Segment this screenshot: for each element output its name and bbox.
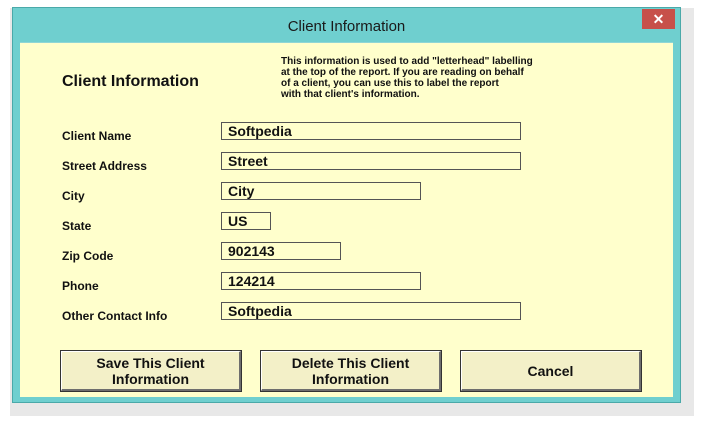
phone-input[interactable] xyxy=(221,272,421,290)
city-label: City xyxy=(62,189,85,203)
close-icon: ✕ xyxy=(652,11,665,27)
street-address-input[interactable] xyxy=(221,152,521,170)
cancel-button[interactable]: Cancel xyxy=(460,350,642,392)
close-button[interactable]: ✕ xyxy=(642,9,675,29)
phone-label: Phone xyxy=(62,279,99,293)
other-contact-info-label: Other Contact Info xyxy=(62,309,168,323)
form-panel: Client Information This information is u… xyxy=(20,42,673,397)
save-client-button[interactable]: Save This Client Information xyxy=(60,350,242,392)
title-bar[interactable]: Client Information ✕ xyxy=(13,8,680,42)
zip-code-input[interactable] xyxy=(221,242,341,260)
zip-code-label: Zip Code xyxy=(62,249,114,263)
window-title: Client Information xyxy=(287,18,406,35)
info-note: This information is used to add "letterh… xyxy=(281,56,533,100)
form-heading: Client Information xyxy=(62,73,199,90)
state-label: State xyxy=(62,219,92,233)
client-name-input[interactable] xyxy=(221,122,521,140)
other-contact-info-input[interactable] xyxy=(221,302,521,320)
city-input[interactable] xyxy=(221,182,421,200)
state-input[interactable] xyxy=(221,212,271,230)
client-information-window: Client Information ✕ Client Information … xyxy=(12,7,681,403)
delete-client-button[interactable]: Delete This Client Information xyxy=(260,350,442,392)
street-address-label: Street Address xyxy=(62,159,147,173)
client-name-label: Client Name xyxy=(62,129,132,143)
